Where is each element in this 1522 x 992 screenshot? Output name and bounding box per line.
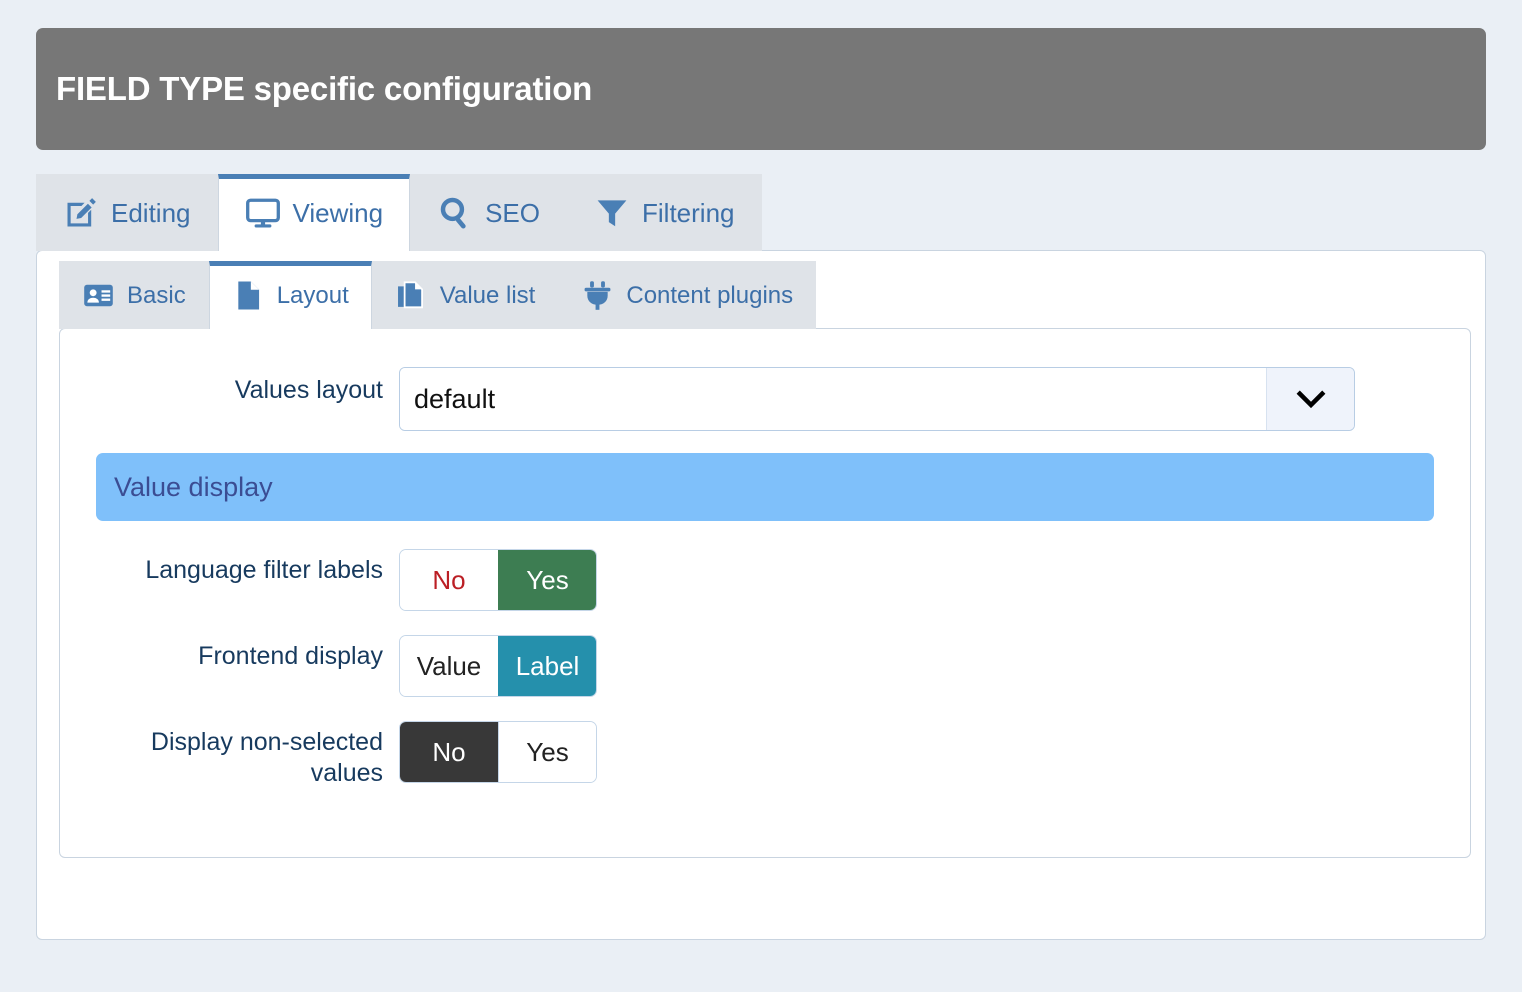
tab-filtering-label: Filtering xyxy=(642,198,735,228)
tab-value-list[interactable]: Value list xyxy=(371,261,559,329)
page-header-banner: FIELD TYPE specific configuration xyxy=(36,28,1486,150)
search-icon xyxy=(437,195,473,231)
display-non-selected-values-option-no[interactable]: No xyxy=(400,722,498,782)
document-icon xyxy=(232,279,265,312)
values-layout-selected-value: default xyxy=(400,368,1266,430)
tab-layout[interactable]: Layout xyxy=(208,261,372,329)
page-title: FIELD TYPE specific configuration xyxy=(56,70,593,107)
language-filter-labels-option-yes[interactable]: Yes xyxy=(498,550,596,610)
values-layout-select[interactable]: default xyxy=(399,367,1355,431)
tab-editing-label: Editing xyxy=(111,198,191,228)
tab-content-plugins-label: Content plugins xyxy=(626,281,794,309)
chevron-down-icon[interactable] xyxy=(1266,368,1354,430)
plug-icon xyxy=(581,279,614,312)
tab-seo-label: SEO xyxy=(485,198,541,228)
inner-tab-widget: Basic Layout Value list Content plugins … xyxy=(51,261,1471,858)
tab-basic[interactable]: Basic xyxy=(59,261,209,329)
display-non-selected-values-cell: No Yes xyxy=(399,719,597,783)
display-non-selected-values-row: Display non-selected values No Yes xyxy=(94,719,1436,790)
tab-filtering[interactable]: Filtering xyxy=(567,174,762,251)
value-display-section-title: Value display xyxy=(114,471,273,502)
language-filter-labels-option-no[interactable]: No xyxy=(400,550,498,610)
values-layout-row: Values layout default xyxy=(94,367,1436,431)
funnel-icon xyxy=(594,195,630,231)
inner-tab-bar: Basic Layout Value list Content plugins xyxy=(59,261,1471,329)
tab-basic-label: Basic xyxy=(127,281,186,309)
frontend-display-option-value[interactable]: Value xyxy=(400,636,498,696)
copy-files-icon xyxy=(395,279,428,312)
frontend-display-option-label[interactable]: Label xyxy=(498,636,596,696)
display-non-selected-values-label: Display non-selected values xyxy=(150,728,383,788)
tab-editing[interactable]: Editing xyxy=(36,174,218,251)
layout-tab-panel: Values layout default Value display Lang… xyxy=(59,328,1471,858)
frontend-display-label: Frontend display xyxy=(198,642,383,670)
frontend-display-row: Frontend display Value Label xyxy=(94,633,1436,697)
language-filter-labels-row: Language filter labels No Yes xyxy=(94,547,1436,611)
tab-seo[interactable]: SEO xyxy=(410,174,568,251)
display-non-selected-values-toggle[interactable]: No Yes xyxy=(399,721,597,783)
tab-layout-label: Layout xyxy=(276,281,349,309)
frontend-display-toggle[interactable]: Value Label xyxy=(399,635,597,697)
viewing-tab-panel: Basic Layout Value list Content plugins … xyxy=(36,250,1486,940)
configuration-page: FIELD TYPE specific configuration Editin… xyxy=(0,0,1522,992)
outer-tab-bar: Editing Viewing SEO Filtering xyxy=(36,174,1486,251)
edit-square-icon xyxy=(63,195,99,231)
tab-viewing-label: Viewing xyxy=(292,198,384,228)
layout-form: Values layout default Value display Lang… xyxy=(78,355,1452,790)
id-card-icon xyxy=(82,279,115,312)
outer-tab-widget: Editing Viewing SEO Filtering Basic Layo… xyxy=(36,174,1486,940)
tab-value-list-label: Value list xyxy=(439,281,536,309)
tab-content-plugins[interactable]: Content plugins xyxy=(558,261,817,329)
display-non-selected-values-option-yes[interactable]: Yes xyxy=(498,722,596,782)
language-filter-labels-cell: No Yes xyxy=(399,547,597,611)
tab-viewing[interactable]: Viewing xyxy=(217,174,411,251)
monitor-icon xyxy=(245,195,281,231)
value-display-section-header: Value display xyxy=(96,453,1434,521)
language-filter-labels-toggle[interactable]: No Yes xyxy=(399,549,597,611)
language-filter-labels-label: Language filter labels xyxy=(145,556,383,584)
frontend-display-cell: Value Label xyxy=(399,633,597,697)
values-layout-label: Values layout xyxy=(234,376,383,404)
